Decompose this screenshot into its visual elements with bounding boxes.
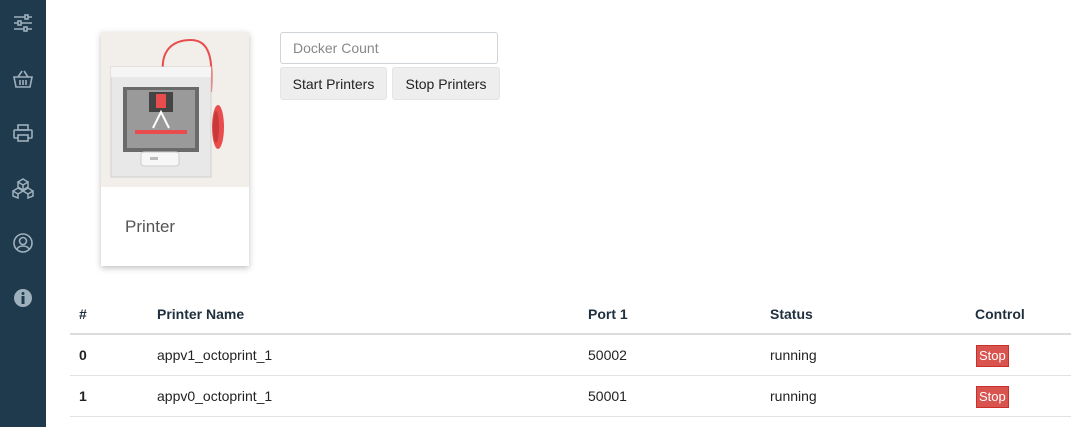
- table-row: 1 appv0_octoprint_1 50001 running Stop: [70, 376, 1071, 417]
- stop-button[interactable]: Stop: [976, 386, 1009, 408]
- printer-icon[interactable]: [11, 121, 35, 145]
- row-port: 50001: [588, 388, 627, 404]
- table-row: 0 appv1_octoprint_1 50002 running Stop: [70, 335, 1071, 376]
- sidebar: [0, 0, 46, 427]
- table-header: # Printer Name Port 1 Status Control: [70, 296, 1071, 335]
- row-port: 50002: [588, 347, 627, 363]
- row-status: running: [770, 388, 817, 404]
- stop-button[interactable]: Stop: [976, 345, 1009, 367]
- start-printers-button[interactable]: Start Printers: [280, 67, 387, 100]
- header-index: #: [79, 306, 87, 322]
- printer-image: [101, 32, 249, 187]
- printers-table: # Printer Name Port 1 Status Control 0 a…: [70, 296, 1071, 417]
- header-printer-name: Printer Name: [157, 306, 245, 322]
- cubes-icon[interactable]: [11, 176, 35, 200]
- basket-icon[interactable]: [11, 67, 35, 91]
- user-circle-icon[interactable]: [11, 231, 35, 255]
- docker-count-input[interactable]: [280, 32, 498, 64]
- header-status: Status: [770, 306, 813, 322]
- row-index: 0: [79, 347, 87, 363]
- row-index: 1: [79, 388, 87, 404]
- row-printer-name: appv0_octoprint_1: [157, 388, 273, 404]
- header-control: Control: [975, 306, 1025, 322]
- info-circle-icon[interactable]: [11, 286, 35, 310]
- header-port: Port 1: [588, 306, 628, 322]
- stop-printers-button[interactable]: Stop Printers: [392, 67, 500, 100]
- row-status: running: [770, 347, 817, 363]
- printer-card[interactable]: Printer: [101, 32, 249, 266]
- row-printer-name: appv1_octoprint_1: [157, 347, 273, 363]
- card-title: Printer: [125, 217, 176, 236]
- sliders-icon[interactable]: [11, 11, 35, 35]
